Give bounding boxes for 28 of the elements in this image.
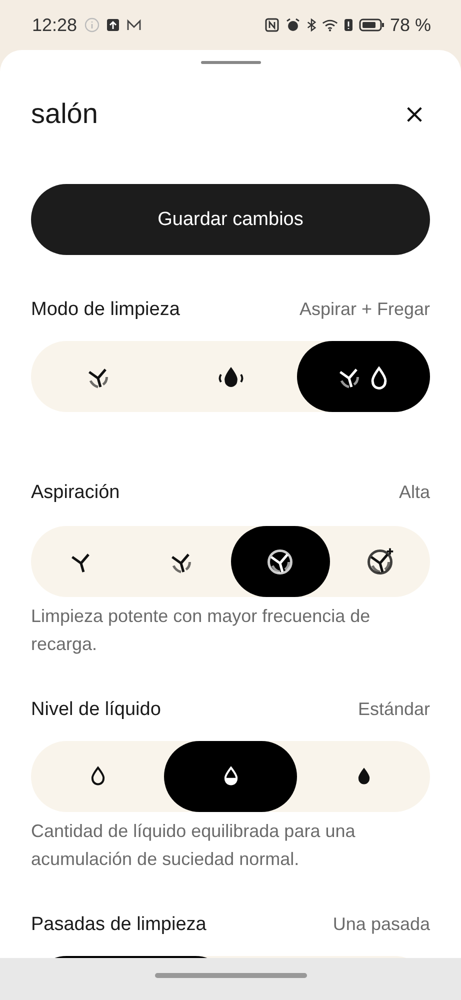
fan-icon [265,546,296,576]
setting-value: Alta [398,482,430,503]
home-indicator[interactable] [154,972,306,978]
fan-icon [365,546,396,576]
mail-icon [126,17,142,33]
setting-label: Nivel de líquido [31,698,161,721]
nfc-icon [264,17,280,33]
upload-icon [105,17,122,33]
setting-value: Una pasada [332,914,430,935]
wifi-icon [322,17,338,33]
setting-label: Pasadas de limpieza [31,914,206,936]
alarm-icon [284,17,301,33]
setting-label: Modo de limpieza [31,299,180,321]
setting-value: Aspirar + Fregar [299,299,430,320]
close-icon[interactable] [405,104,424,124]
alert-icon [342,17,354,33]
battery-icon [358,17,385,33]
setting-description: Limpieza potente con mayor frecuencia de recarga. [31,605,372,656]
bluetooth-icon [306,17,317,33]
save-button[interactable]: Guardar cambios [31,184,430,255]
battery-percent: 78 % [390,14,431,36]
setting-description: Cantidad de líquido equilibrada para una acumulación de suciedad normal. [31,820,356,871]
drag-handle[interactable] [200,61,260,64]
info-icon [84,17,100,33]
sheet-title: salón [31,98,98,130]
setting-label: Aspiración [31,482,120,504]
setting-value: Estándar [358,698,430,720]
status-time: 12:28 [32,14,78,36]
